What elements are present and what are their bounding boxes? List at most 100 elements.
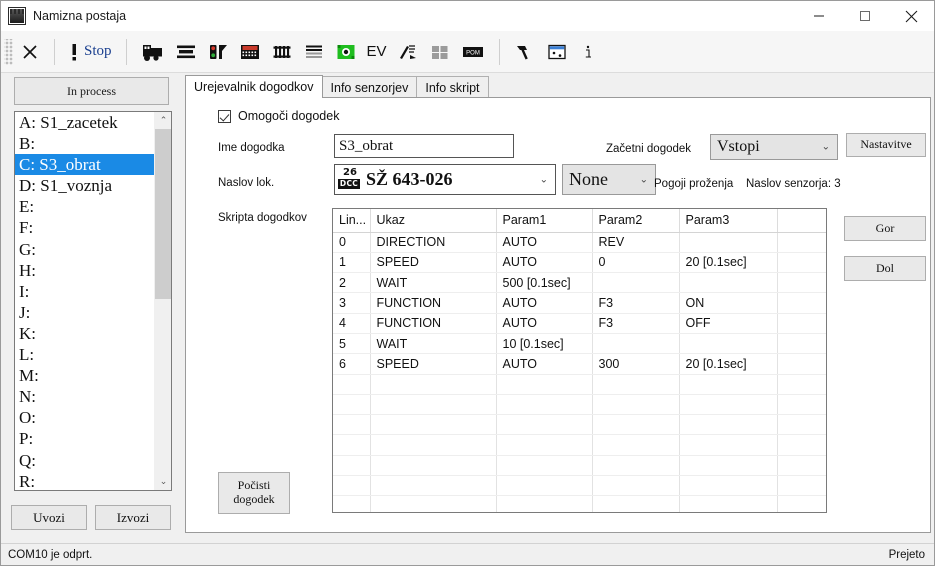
table-cell[interactable]: SPEED bbox=[370, 353, 497, 375]
decoder-icon[interactable] bbox=[234, 36, 266, 68]
ev-icon[interactable]: EV bbox=[362, 36, 392, 68]
table-row[interactable]: 1 SPEED AUTO 0 20 [0.1sec] bbox=[333, 252, 826, 274]
table-cell[interactable]: F3 bbox=[592, 292, 680, 314]
table-cell[interactable] bbox=[496, 455, 593, 477]
table-cell[interactable] bbox=[333, 414, 371, 436]
table-cell[interactable] bbox=[592, 333, 680, 355]
table-cell[interactable]: 6 bbox=[333, 353, 371, 375]
green-module-icon[interactable] bbox=[330, 36, 362, 68]
table-cell[interactable] bbox=[370, 455, 497, 477]
table-cell[interactable] bbox=[777, 252, 826, 274]
table-cell[interactable] bbox=[679, 272, 778, 294]
locomotive-icon[interactable] bbox=[136, 36, 170, 68]
table-cell[interactable] bbox=[679, 414, 778, 436]
table-cell[interactable]: WAIT bbox=[370, 333, 497, 355]
table-cell[interactable] bbox=[496, 434, 593, 456]
antenna-icon[interactable] bbox=[392, 36, 424, 68]
table-cell[interactable] bbox=[777, 353, 826, 375]
table-cell[interactable]: 0 bbox=[592, 252, 680, 274]
table-cell[interactable] bbox=[777, 313, 826, 334]
table-cell[interactable]: 20 [0.1sec] bbox=[679, 353, 778, 375]
list-item[interactable]: A: S1_zacetek bbox=[15, 112, 154, 133]
list-item[interactable]: M: bbox=[15, 365, 154, 386]
table-cell[interactable]: OFF bbox=[679, 313, 778, 334]
list-item[interactable]: C: S3_obrat bbox=[15, 154, 154, 176]
list-item[interactable]: Q: bbox=[15, 450, 154, 471]
list-item[interactable]: P: bbox=[15, 428, 154, 449]
table-cell[interactable] bbox=[370, 495, 497, 512]
clear-event-button[interactable]: Počisti dogodek bbox=[218, 472, 290, 514]
table-row[interactable] bbox=[333, 495, 826, 512]
table-cell[interactable] bbox=[777, 495, 826, 512]
list-item[interactable]: G: bbox=[15, 239, 154, 260]
window-icon[interactable] bbox=[541, 36, 573, 68]
table-row[interactable] bbox=[333, 394, 826, 416]
list-item[interactable]: H: bbox=[15, 260, 154, 281]
table-cell[interactable] bbox=[496, 394, 593, 416]
table-cell[interactable] bbox=[592, 495, 680, 512]
column-header-param2[interactable]: Param2 bbox=[592, 209, 680, 233]
table-cell[interactable] bbox=[777, 292, 826, 314]
table-cell[interactable]: 3 bbox=[333, 292, 371, 314]
table-cell[interactable] bbox=[679, 333, 778, 355]
table-cell[interactable] bbox=[592, 272, 680, 294]
table-row[interactable] bbox=[333, 374, 826, 395]
export-button[interactable]: Izvozi bbox=[95, 505, 171, 530]
column-header-param1[interactable]: Param1 bbox=[496, 209, 593, 233]
in-process-button[interactable]: In process bbox=[14, 77, 169, 105]
table-cell[interactable]: FUNCTION bbox=[370, 292, 497, 314]
table-cell[interactable]: 2 bbox=[333, 272, 371, 294]
table-cell[interactable] bbox=[370, 434, 497, 456]
table-cell[interactable] bbox=[333, 394, 371, 416]
hammer-icon[interactable] bbox=[509, 36, 541, 68]
table-cell[interactable]: 4 bbox=[333, 313, 371, 334]
event-list[interactable]: A: S1_zacetek B: C: S3_obrat D: S1_voznja E:… bbox=[14, 111, 172, 491]
table-cell[interactable]: REV bbox=[592, 232, 680, 253]
tab-info-senzorjev[interactable]: Info senzorjev bbox=[321, 76, 418, 98]
minimize-button[interactable] bbox=[796, 1, 842, 31]
list-item[interactable]: O: bbox=[15, 407, 154, 428]
table-cell[interactable]: 1 bbox=[333, 252, 371, 274]
table-cell[interactable] bbox=[777, 394, 826, 416]
move-up-button[interactable]: Gor bbox=[844, 216, 926, 241]
signal-icon[interactable] bbox=[202, 36, 234, 68]
table-cell[interactable] bbox=[333, 374, 371, 395]
table-row[interactable]: 3 FUNCTION AUTO F3 ON bbox=[333, 292, 826, 314]
table-cell[interactable] bbox=[777, 232, 826, 253]
table-cell[interactable] bbox=[679, 455, 778, 477]
table-cell[interactable]: SPEED bbox=[370, 252, 497, 274]
table-cell[interactable] bbox=[370, 414, 497, 436]
chevron-down-icon[interactable]: ⌄ bbox=[540, 174, 548, 185]
info-icon[interactable] bbox=[573, 36, 603, 68]
start-event-combo[interactable]: Vstopi ⌄ bbox=[710, 134, 838, 160]
table-cell[interactable] bbox=[333, 475, 371, 497]
list-item[interactable]: I: bbox=[15, 281, 154, 302]
table-cell[interactable]: 5 bbox=[333, 333, 371, 355]
table-cell[interactable]: WAIT bbox=[370, 272, 497, 294]
maximize-button[interactable] bbox=[842, 1, 888, 31]
table-row[interactable]: 6 SPEED AUTO 300 20 [0.1sec] bbox=[333, 353, 826, 375]
list-icon[interactable] bbox=[298, 36, 330, 68]
table-cell[interactable]: DIRECTION bbox=[370, 232, 497, 253]
none-combo[interactable]: None ⌄ bbox=[562, 164, 656, 195]
table-cell[interactable] bbox=[679, 232, 778, 253]
table-cell[interactable]: F3 bbox=[592, 313, 680, 334]
table-cell[interactable] bbox=[777, 455, 826, 477]
column-header-line[interactable]: Lin... bbox=[333, 209, 371, 233]
table-cell[interactable] bbox=[592, 394, 680, 416]
table-cell[interactable] bbox=[777, 414, 826, 436]
table-row[interactable] bbox=[333, 475, 826, 497]
table-cell[interactable] bbox=[777, 374, 826, 395]
list-item[interactable]: B: bbox=[15, 133, 154, 154]
column-header-param3[interactable]: Param3 bbox=[679, 209, 778, 233]
list-item[interactable]: N: bbox=[15, 386, 154, 407]
table-cell[interactable]: 0 bbox=[333, 232, 371, 253]
close-button[interactable] bbox=[888, 1, 934, 31]
table-cell[interactable]: AUTO bbox=[496, 353, 593, 375]
list-item[interactable]: D: S1_voznja bbox=[15, 175, 154, 196]
list-item[interactable]: L: bbox=[15, 344, 154, 365]
table-cell[interactable] bbox=[370, 374, 497, 395]
tab-info-skript[interactable]: Info skript bbox=[416, 76, 489, 98]
column-header-ukaz[interactable]: Ukaz bbox=[370, 209, 497, 233]
list-item[interactable]: K: bbox=[15, 323, 154, 344]
